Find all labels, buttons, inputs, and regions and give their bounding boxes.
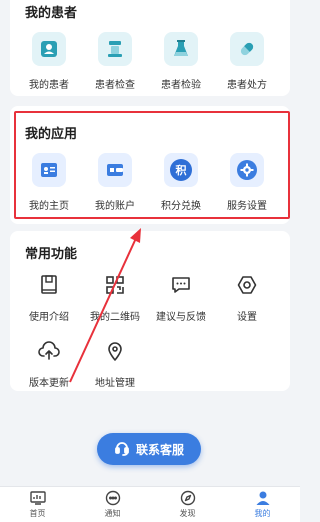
version-update-button[interactable]: 版本更新 bbox=[16, 337, 82, 389]
patient-lab-button[interactable]: 患者检验 bbox=[148, 32, 214, 91]
feedback-label: 建议与反馈 bbox=[156, 312, 206, 323]
hexagon-settings-icon bbox=[233, 271, 261, 299]
patient-prescription-button[interactable]: 患者处方 bbox=[214, 32, 280, 91]
my-patients-button[interactable]: 我的患者 bbox=[16, 32, 82, 91]
patient-prescription-label: 患者处方 bbox=[227, 80, 267, 91]
patient-icon bbox=[32, 32, 66, 66]
pill-icon bbox=[230, 32, 264, 66]
highlight-frame bbox=[14, 111, 290, 219]
address-management-label: 地址管理 bbox=[95, 378, 135, 389]
tab-notifications[interactable]: 通知 bbox=[75, 487, 150, 522]
tab-home[interactable]: 首页 bbox=[0, 487, 75, 522]
tab-discover[interactable]: 发现 bbox=[150, 487, 225, 522]
compass-icon bbox=[180, 490, 196, 506]
patients-card: 我的患者 我的患者 患者检查 患者检验 患者处方 bbox=[10, 0, 290, 96]
cloud-upload-icon bbox=[35, 337, 63, 365]
user-guide-label: 使用介绍 bbox=[29, 312, 69, 323]
address-management-button[interactable]: 地址管理 bbox=[82, 337, 148, 389]
my-qrcode-label: 我的二维码 bbox=[90, 312, 140, 323]
book-icon bbox=[35, 271, 63, 299]
tools-section-title: 常用功能 bbox=[25, 247, 78, 262]
headset-icon bbox=[114, 440, 130, 459]
feedback-button[interactable]: 建议与反馈 bbox=[148, 271, 214, 323]
chat-bubble-icon bbox=[105, 490, 121, 506]
exam-icon bbox=[98, 32, 132, 66]
settings-button[interactable]: 设置 bbox=[214, 271, 280, 323]
patients-section-title: 我的患者 bbox=[25, 6, 78, 21]
tab-home-label: 首页 bbox=[29, 509, 46, 518]
tools-card: 常用功能 使用介绍 我的二维码 建议与反馈 设置 版本更新 地址管理 bbox=[10, 231, 290, 391]
feedback-icon bbox=[167, 271, 195, 299]
qrcode-icon bbox=[101, 271, 129, 299]
tab-mine[interactable]: 我的 bbox=[225, 487, 300, 522]
my-patients-label: 我的患者 bbox=[29, 80, 69, 91]
bottom-tab-bar: 首页 通知 发现 我的 bbox=[0, 486, 300, 522]
tab-discover-label: 发现 bbox=[179, 509, 196, 518]
settings-label: 设置 bbox=[237, 312, 257, 323]
contact-service-button[interactable]: 联系客服 bbox=[97, 433, 201, 465]
tab-mine-label: 我的 bbox=[254, 509, 271, 518]
contact-service-label: 联系客服 bbox=[135, 442, 184, 457]
user-icon bbox=[255, 490, 271, 506]
version-update-label: 版本更新 bbox=[29, 378, 69, 389]
flask-icon bbox=[164, 32, 198, 66]
patient-lab-label: 患者检验 bbox=[161, 80, 201, 91]
user-guide-button[interactable]: 使用介绍 bbox=[16, 271, 82, 323]
my-qrcode-button[interactable]: 我的二维码 bbox=[82, 271, 148, 323]
patient-exam-label: 患者检查 bbox=[95, 80, 135, 91]
dashboard-icon bbox=[29, 490, 46, 506]
patient-exam-button[interactable]: 患者检查 bbox=[82, 32, 148, 91]
location-pin-icon bbox=[101, 337, 129, 365]
tab-notifications-label: 通知 bbox=[104, 509, 121, 518]
